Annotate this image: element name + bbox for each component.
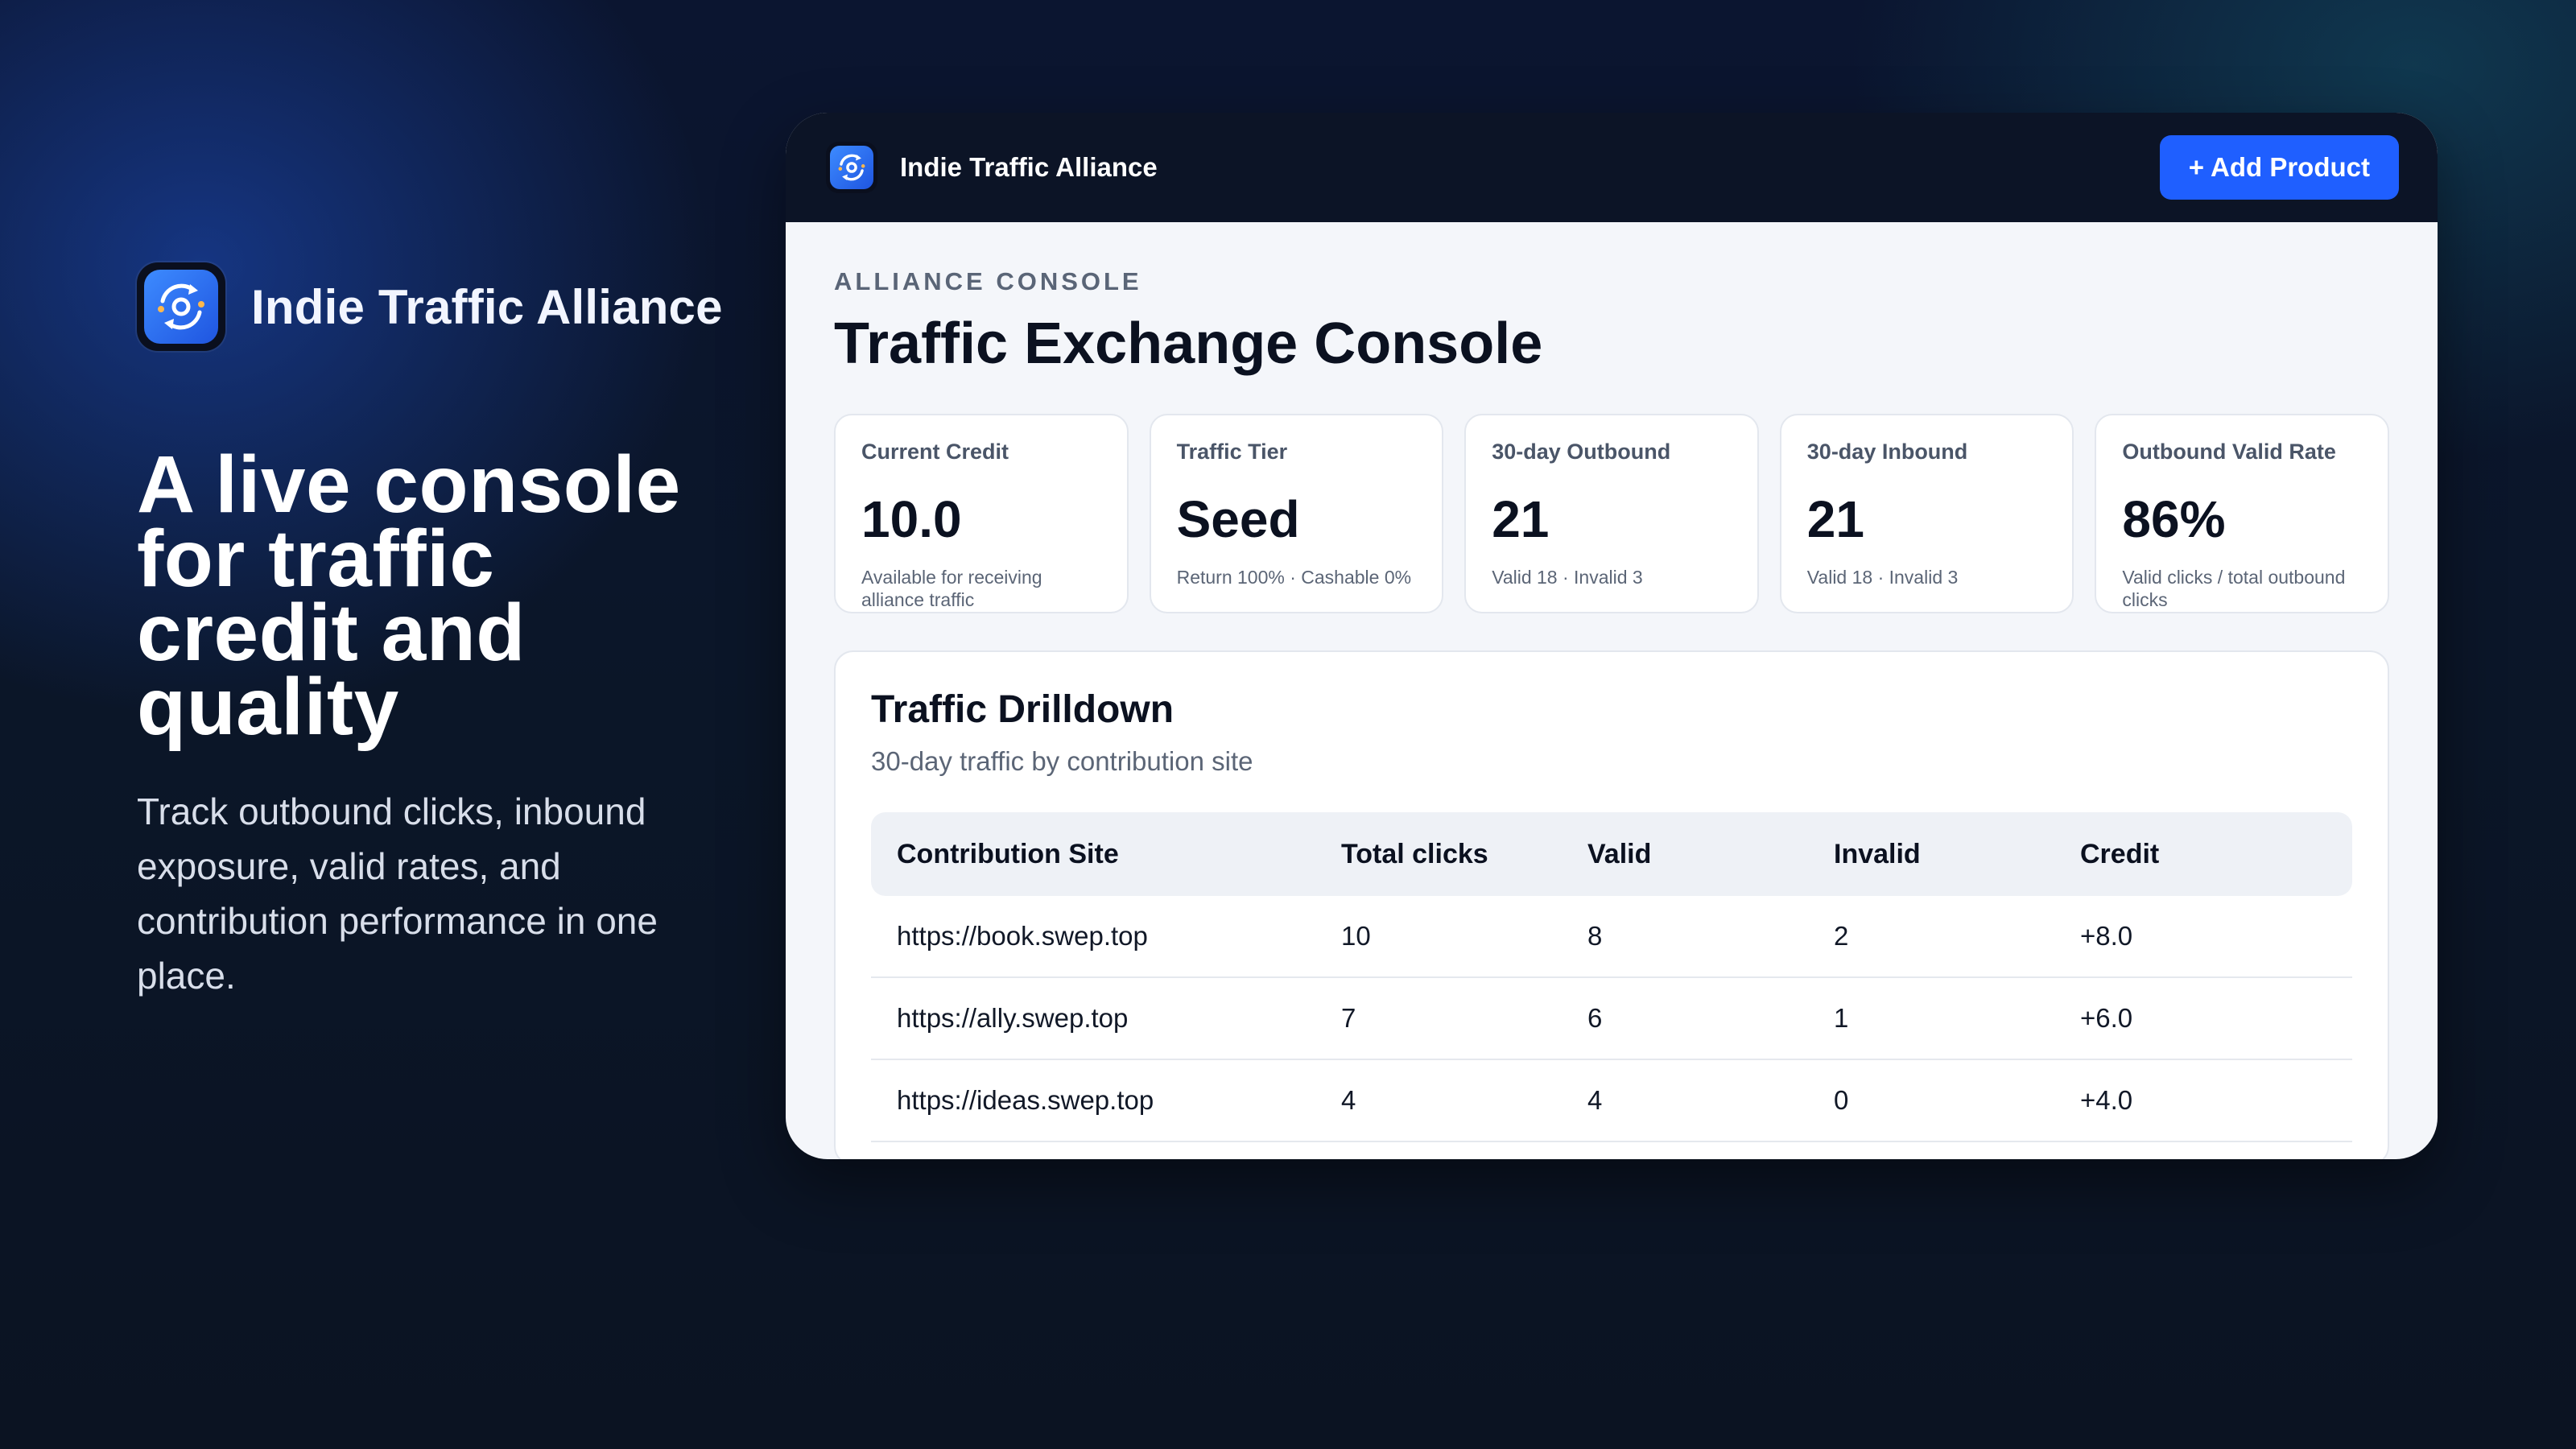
stat-value: 21 (1492, 490, 1550, 548)
page-title: Traffic Exchange Console (834, 312, 1543, 376)
site-link[interactable]: https://ideas.swep.top (897, 1085, 1341, 1116)
credit-cell: +6.0 (2080, 1003, 2133, 1033)
table-header: Contribution Site Total clicks Valid Inv… (871, 812, 2352, 896)
topbar-brand: Indie Traffic Alliance (826, 142, 1158, 193)
credit-cell: +4.0 (2080, 1085, 2133, 1115)
total-clicks-cell: 10 (1341, 921, 1371, 951)
stat-value: 86% (2122, 490, 2226, 548)
column-header-invalid[interactable]: Invalid (1834, 839, 2080, 870)
topbar-logo-icon (826, 142, 877, 193)
hero-subtext: Track outbound clicks, inbound exposure,… (137, 791, 658, 997)
drilldown-title: Traffic Drilldown (871, 688, 1174, 731)
column-header-total[interactable]: Total clicks (1341, 839, 1587, 870)
column-header-valid[interactable]: Valid (1587, 839, 1834, 870)
stat-card-traffic-tier: Traffic Tier Seed Return 100% · Cashable… (1149, 414, 1444, 613)
valid-cell: 8 (1587, 921, 1603, 951)
table-row: https://ally.swep.top 7 6 1 +6.0 (871, 978, 2352, 1060)
invalid-cell: 2 (1834, 921, 1849, 951)
valid-cell: 6 (1587, 1003, 1603, 1033)
stat-card-valid-rate: Outbound Valid Rate 86% Valid clicks / t… (2095, 414, 2389, 613)
stat-label: Current Credit (861, 440, 1009, 464)
hero-brand-name: Indie Traffic Alliance (251, 279, 723, 334)
column-header-credit[interactable]: Credit (2080, 839, 2322, 870)
console-window: Indie Traffic Alliance + Add Product ALL… (786, 113, 2438, 1159)
topbar-title: Indie Traffic Alliance (900, 152, 1158, 182)
stat-value: 21 (1806, 490, 1864, 548)
drilldown-table: Contribution Site Total clicks Valid Inv… (871, 812, 2352, 1142)
stat-card-outbound: 30-day Outbound 21 Valid 18 · Invalid 3 (1464, 414, 1759, 613)
app-logo-icon (137, 262, 225, 351)
stat-label: Traffic Tier (1176, 440, 1288, 464)
total-clicks-cell: 7 (1341, 1003, 1356, 1033)
stat-value: Seed (1176, 490, 1300, 548)
stat-note: Available for receiving alliance traffic (861, 567, 1042, 610)
invalid-cell: 0 (1834, 1085, 1849, 1115)
console-topbar: Indie Traffic Alliance + Add Product (786, 113, 2438, 222)
invalid-cell: 1 (1834, 1003, 1849, 1033)
stat-note: Valid 18 · Invalid 3 (1492, 567, 1643, 588)
add-product-button[interactable]: + Add Product (2159, 135, 2399, 200)
stat-label: 30-day Outbound (1492, 440, 1671, 464)
hero-headline: A live console for traffic credit and qu… (137, 440, 681, 752)
stat-note: Valid clicks / total outbound clicks (2122, 567, 2346, 610)
stat-label: 30-day Inbound (1806, 440, 1968, 464)
column-header-site[interactable]: Contribution Site (897, 839, 1341, 870)
console-eyebrow: ALLIANCE CONSOLE (834, 267, 1142, 295)
credit-cell: +8.0 (2080, 921, 2133, 951)
site-link[interactable]: https://ally.swep.top (897, 1003, 1341, 1034)
traffic-drilldown-card: Traffic Drilldown 30-day traffic by cont… (834, 650, 2389, 1159)
valid-cell: 4 (1587, 1085, 1603, 1115)
stat-label: Outbound Valid Rate (2122, 440, 2336, 464)
drilldown-subtitle: 30-day traffic by contribution site (871, 746, 1253, 776)
hero-section: Indie Traffic Alliance A live console fo… (137, 262, 733, 1003)
site-link[interactable]: https://book.swep.top (897, 921, 1341, 952)
table-row: https://book.swep.top 10 8 2 +8.0 (871, 896, 2352, 978)
stat-note: Valid 18 · Invalid 3 (1806, 567, 1959, 588)
table-row: https://ideas.swep.top 4 4 0 +4.0 (871, 1060, 2352, 1142)
stat-note: Return 100% · Cashable 0% (1176, 567, 1412, 588)
hero-brand: Indie Traffic Alliance (137, 262, 733, 351)
total-clicks-cell: 4 (1341, 1085, 1356, 1115)
stat-card-current-credit: Current Credit 10.0 Available for receiv… (834, 414, 1129, 613)
stat-cards: Current Credit 10.0 Available for receiv… (834, 414, 2389, 613)
console-content: ALLIANCE CONSOLE Traffic Exchange Consol… (786, 222, 2438, 1159)
stat-value: 10.0 (861, 490, 962, 548)
stat-card-inbound: 30-day Inbound 21 Valid 18 · Invalid 3 (1779, 414, 2074, 613)
